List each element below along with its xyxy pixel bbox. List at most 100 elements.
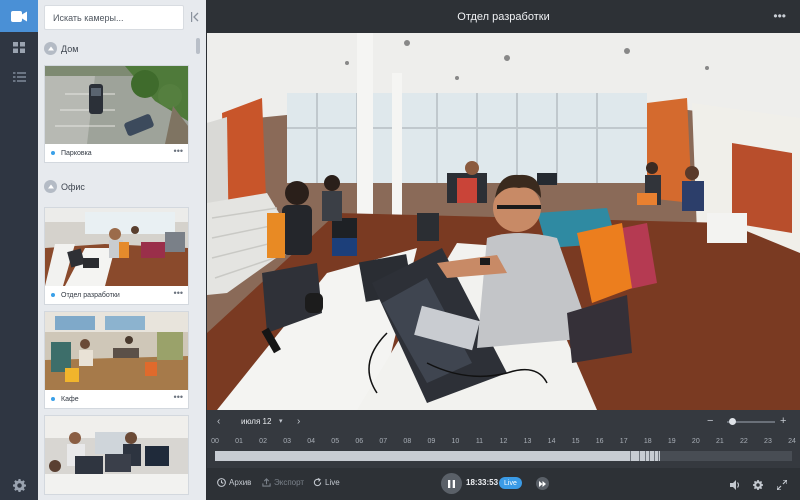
camera-thumbnail [45, 312, 188, 390]
zoom-slider-handle[interactable] [729, 418, 736, 425]
video-camera-icon[interactable] [0, 0, 38, 32]
camera-thumbnail [45, 208, 188, 286]
hour-scale: 00 01 02 03 04 05 06 07 08 09 10 11 12 13 14 15 16 17 18 19… [207, 438, 800, 448]
hour-label: 11 [475, 438, 484, 445]
prev-day-icon[interactable]: ‹ [217, 416, 220, 427]
camera-thumbnail [45, 66, 188, 144]
playback-controls: Архив Экспорт Live 18:33:53 Live [207, 468, 800, 500]
search-input[interactable] [53, 12, 183, 23]
export-button[interactable]: Экспорт [262, 478, 304, 487]
online-status-dot [51, 397, 55, 401]
motion-marker [644, 451, 646, 461]
collapse-group-icon [44, 180, 57, 193]
hour-label: 07 [379, 438, 388, 445]
current-time: 18:33:53 [466, 478, 499, 487]
timeline-track[interactable] [215, 451, 792, 461]
camera-card-cafe[interactable]: Кафе ••• [44, 311, 189, 409]
hour-label: 19 [667, 438, 676, 445]
main-viewer: Отдел разработки ••• ‹ июля 12 ▾ › − + 0… [207, 0, 800, 500]
live-button[interactable]: Live [313, 478, 340, 487]
camera-card-footer: Кафе ••• [45, 390, 188, 408]
motion-marker [658, 451, 660, 461]
zoom-out-icon[interactable]: − [707, 415, 713, 427]
viewer-header: Отдел разработки ••• [207, 0, 800, 33]
archive-label: Архив [229, 478, 252, 487]
hour-label: 12 [499, 438, 508, 445]
hour-label: 00 [211, 438, 219, 445]
motion-marker [630, 451, 632, 461]
pause-icon [448, 479, 455, 488]
camera-label: Кафе [61, 395, 79, 403]
live-badge[interactable]: Live [499, 477, 522, 489]
hour-label: 21 [715, 438, 724, 445]
camera-card-parking[interactable]: Парковка ••• [44, 65, 189, 163]
motion-marker [653, 451, 655, 461]
hour-label: 03 [283, 438, 292, 445]
camera-sidebar: Дом [38, 0, 206, 500]
camera-card-office-room[interactable] [44, 415, 189, 495]
hour-label: 02 [259, 438, 267, 445]
camera-card-footer: Отдел разработки ••• [45, 286, 188, 304]
export-icon [262, 478, 271, 487]
group-header-office[interactable]: Офис [44, 180, 85, 193]
archive-button[interactable]: Архив [217, 478, 251, 487]
export-label: Экспорт [274, 478, 305, 487]
zoom-in-icon[interactable]: + [780, 415, 786, 427]
date-selector[interactable]: июля 12 [241, 417, 271, 426]
hour-label: 08 [403, 438, 412, 445]
online-status-dot [51, 151, 55, 155]
hour-label: 17 [619, 438, 628, 445]
hour-label: 10 [451, 438, 460, 445]
clock-icon [217, 478, 226, 487]
online-status-dot [51, 293, 55, 297]
hour-label: 18 [643, 438, 652, 445]
hour-label: 24 [788, 438, 796, 445]
gear-icon[interactable] [0, 470, 38, 500]
hour-label: 16 [595, 438, 604, 445]
collapse-sidebar-icon[interactable] [190, 10, 200, 24]
hour-label: 09 [427, 438, 436, 445]
motion-marker [648, 451, 650, 461]
hour-label: 14 [547, 438, 556, 445]
video-feed[interactable] [207, 33, 800, 410]
hour-label: 20 [691, 438, 700, 445]
fast-forward-button[interactable] [536, 477, 549, 490]
next-day-icon[interactable]: › [297, 416, 300, 427]
camera-thumbnail [45, 416, 188, 494]
search-field[interactable] [44, 5, 184, 30]
hour-label: 04 [307, 438, 316, 445]
hour-label: 13 [523, 438, 532, 445]
more-options-icon[interactable]: ••• [174, 393, 183, 402]
camera-label: Отдел разработки [61, 291, 120, 299]
camera-viewer-app: Дом [0, 0, 800, 500]
fast-forward-icon [539, 480, 546, 487]
hour-label: 22 [740, 438, 748, 445]
volume-icon[interactable] [730, 477, 741, 495]
collapse-group-icon [44, 42, 57, 55]
camera-card-dev-department[interactable]: Отдел разработки ••• [44, 207, 189, 305]
hour-label: 06 [355, 438, 364, 445]
fullscreen-icon[interactable] [776, 477, 788, 495]
group-label: Дом [61, 43, 79, 54]
live-label: Live [325, 478, 340, 487]
refresh-icon [313, 478, 322, 487]
hour-label: 01 [235, 438, 243, 445]
group-header-home[interactable]: Дом [44, 42, 78, 55]
chevron-down-icon[interactable]: ▾ [279, 417, 283, 425]
sidebar-scrollbar[interactable] [196, 38, 200, 54]
camera-card-footer: Парковка ••• [45, 144, 188, 162]
hour-label: 05 [331, 438, 340, 445]
more-options-icon[interactable]: ••• [174, 289, 183, 298]
timeline-panel: ‹ июля 12 ▾ › − + 00 01 02 03 04 05 06 07 08 09 10… [207, 410, 800, 468]
gear-icon[interactable] [753, 477, 764, 495]
hour-label: 15 [571, 438, 580, 445]
more-options-icon[interactable]: ••• [773, 9, 786, 23]
more-options-icon[interactable]: ••• [174, 147, 183, 156]
list-icon[interactable] [0, 62, 38, 92]
pause-button[interactable] [441, 473, 462, 494]
nav-rail [0, 0, 38, 500]
grid-icon[interactable] [0, 32, 38, 62]
camera-title: Отдел разработки [457, 10, 550, 23]
hour-label: 23 [764, 438, 772, 445]
recorded-segment [215, 451, 660, 461]
